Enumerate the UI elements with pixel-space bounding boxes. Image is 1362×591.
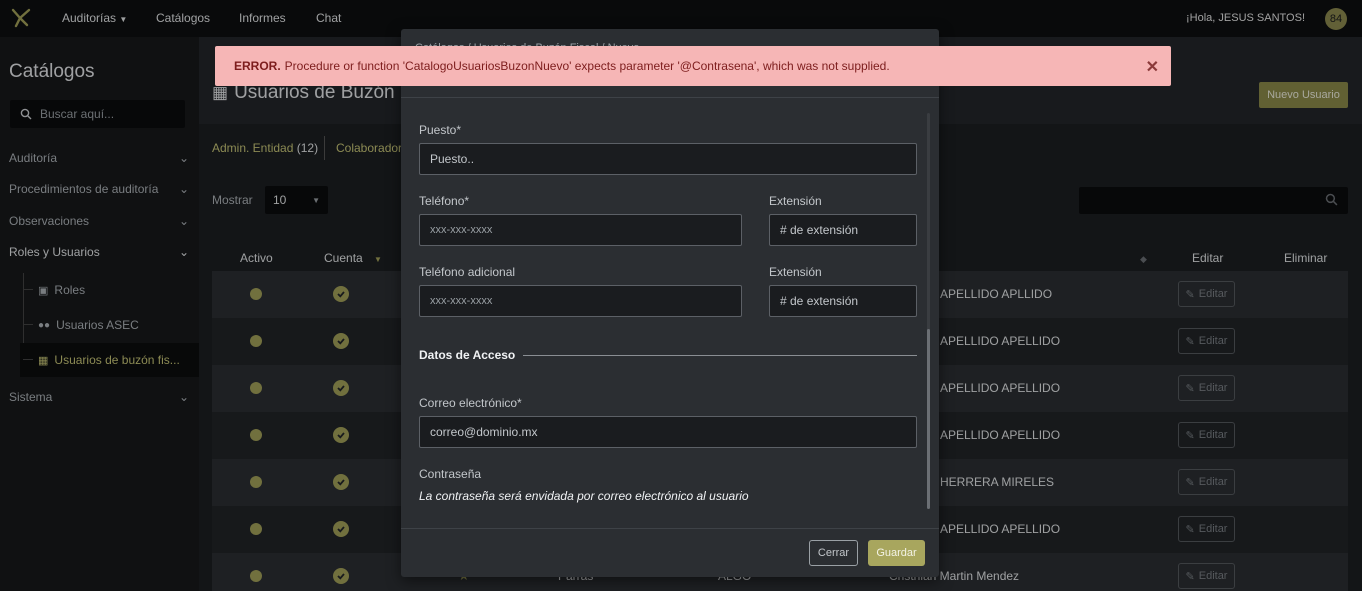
error-message: Procedure or function 'CatalogoUsuariosB… (284, 59, 890, 73)
telefono-adicional-label: Teléfono adicional (419, 265, 516, 279)
new-user-modal: Catálogos / Usuarios de Buzón Fiscal / N… (401, 29, 939, 577)
close-button[interactable]: Cerrar (809, 540, 858, 566)
modal-footer-divider (401, 528, 939, 529)
telefono-field[interactable]: xxx-xxx-xxxx (419, 214, 742, 246)
contrasena-note: La contraseña será envidada por correo e… (419, 489, 749, 503)
puesto-field[interactable]: Puesto.. (419, 143, 917, 175)
telefono-adicional-field[interactable]: xxx-xxx-xxxx (419, 285, 742, 317)
section-title-datos-acceso: Datos de Acceso (419, 348, 516, 362)
correo-label: Correo electrónico* (419, 396, 522, 410)
telefono-label: Teléfono* (419, 194, 470, 208)
modal-scrollbar-thumb[interactable] (927, 329, 930, 509)
error-alert: ERROR. Procedure or function 'CatalogoUs… (215, 46, 1171, 86)
extension-field[interactable]: # de extensión (769, 214, 917, 246)
extension-label: Extensión (769, 194, 822, 208)
extension2-label: Extensión (769, 265, 822, 279)
extension2-field[interactable]: # de extensión (769, 285, 917, 317)
contrasena-label: Contraseña (419, 467, 482, 481)
close-icon[interactable]: ✕ (1146, 57, 1159, 77)
section-divider (523, 355, 917, 356)
puesto-label: Puesto* (419, 123, 462, 137)
modal-header-divider (401, 97, 939, 98)
save-button[interactable]: Guardar (868, 540, 925, 566)
error-prefix: ERROR. (234, 59, 281, 73)
email-field[interactable]: correo@dominio.mx (419, 416, 917, 448)
